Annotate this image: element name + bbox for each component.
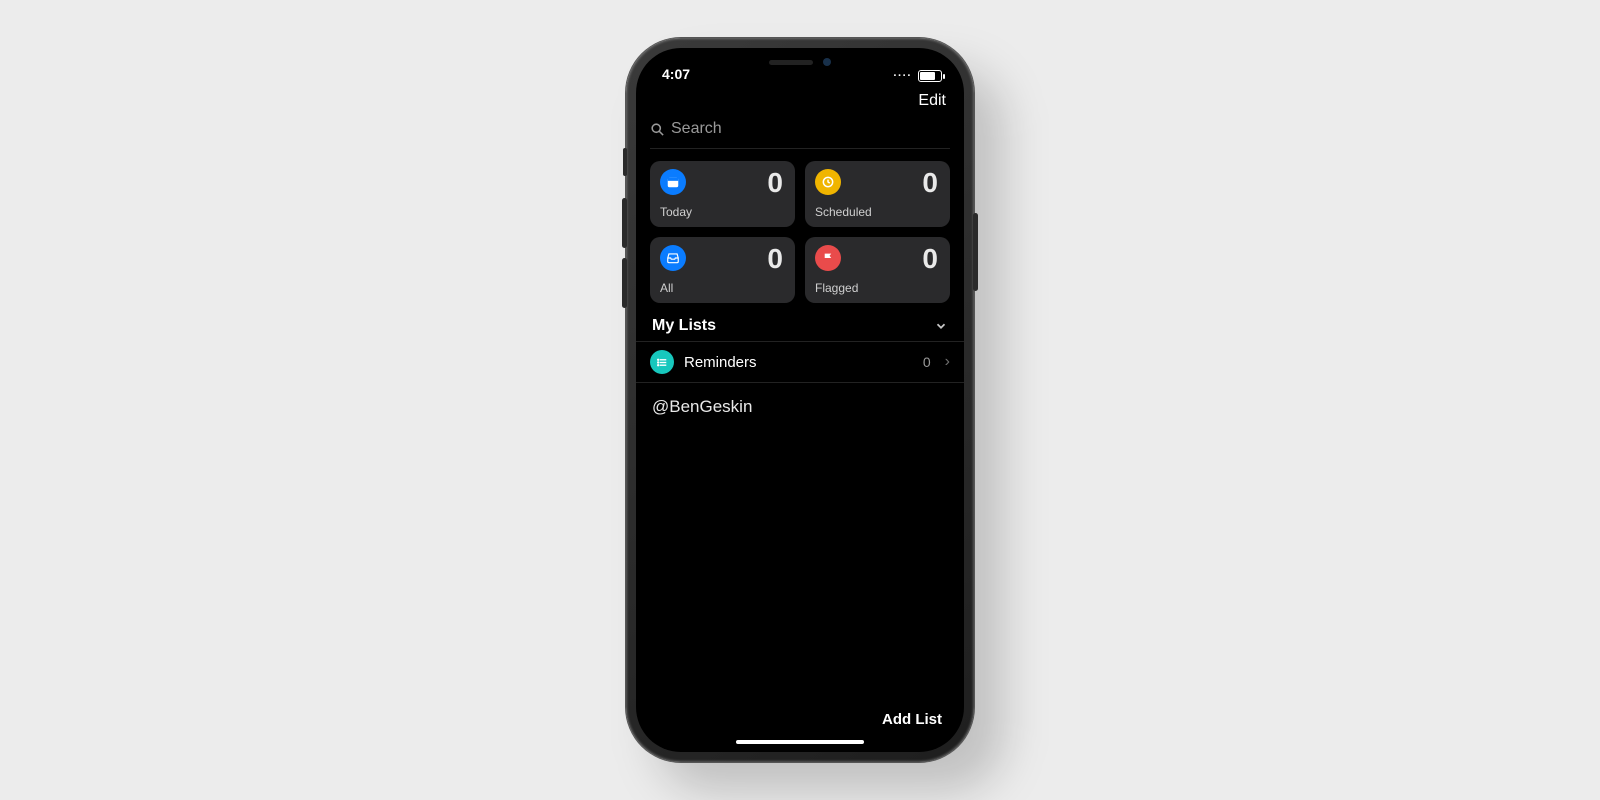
card-count: 0: [922, 245, 938, 273]
notch: [715, 48, 885, 76]
speaker-grille: [769, 60, 813, 65]
card-label: Today: [660, 205, 783, 219]
card-label: All: [660, 281, 783, 295]
list-name: Reminders: [684, 354, 757, 371]
status-time: 4:07: [662, 66, 690, 82]
volume-up-button: [622, 198, 627, 248]
search-field[interactable]: Search: [650, 120, 950, 138]
card-scheduled[interactable]: 0 Scheduled: [805, 161, 950, 227]
volume-down-button: [622, 258, 627, 308]
power-button: [973, 213, 978, 291]
chevron-down-icon: [934, 319, 948, 333]
phone-frame: 4:07 ···· Edit Search: [626, 38, 974, 762]
card-all[interactable]: 0 All: [650, 237, 795, 303]
flag-icon: [815, 245, 841, 271]
status-right: ····: [893, 70, 942, 82]
card-label: Scheduled: [815, 205, 938, 219]
clock-icon: [815, 169, 841, 195]
list-count: 0: [923, 354, 931, 370]
card-today[interactable]: 0 Today: [650, 161, 795, 227]
section-title: My Lists: [652, 317, 716, 335]
calendar-icon: [660, 169, 686, 195]
mute-switch: [623, 148, 627, 176]
bottom-bar: Add List: [636, 701, 964, 736]
add-list-button[interactable]: Add List: [882, 711, 942, 728]
search-icon: [650, 122, 665, 137]
card-count: 0: [922, 169, 938, 197]
list-row-reminders[interactable]: Reminders 0 ›: [636, 341, 964, 383]
card-flagged[interactable]: 0 Flagged: [805, 237, 950, 303]
search-placeholder: Search: [671, 120, 722, 138]
card-label: Flagged: [815, 281, 938, 295]
my-lists-header[interactable]: My Lists: [636, 311, 964, 341]
card-count: 0: [767, 169, 783, 197]
nav-bar: Edit: [636, 84, 964, 114]
list-icon: [650, 350, 674, 374]
edit-button[interactable]: Edit: [918, 92, 946, 110]
watermark-text: @BenGeskin: [636, 383, 964, 431]
battery-icon: [918, 70, 942, 82]
chevron-right-icon: ›: [945, 353, 950, 371]
card-count: 0: [767, 245, 783, 273]
screen: 4:07 ···· Edit Search: [636, 48, 964, 752]
tray-icon: [660, 245, 686, 271]
signal-dots: ····: [893, 70, 912, 82]
front-camera: [823, 58, 831, 66]
summary-cards: 0 Today 0 Scheduled 0: [636, 149, 964, 311]
home-indicator[interactable]: [736, 740, 864, 744]
